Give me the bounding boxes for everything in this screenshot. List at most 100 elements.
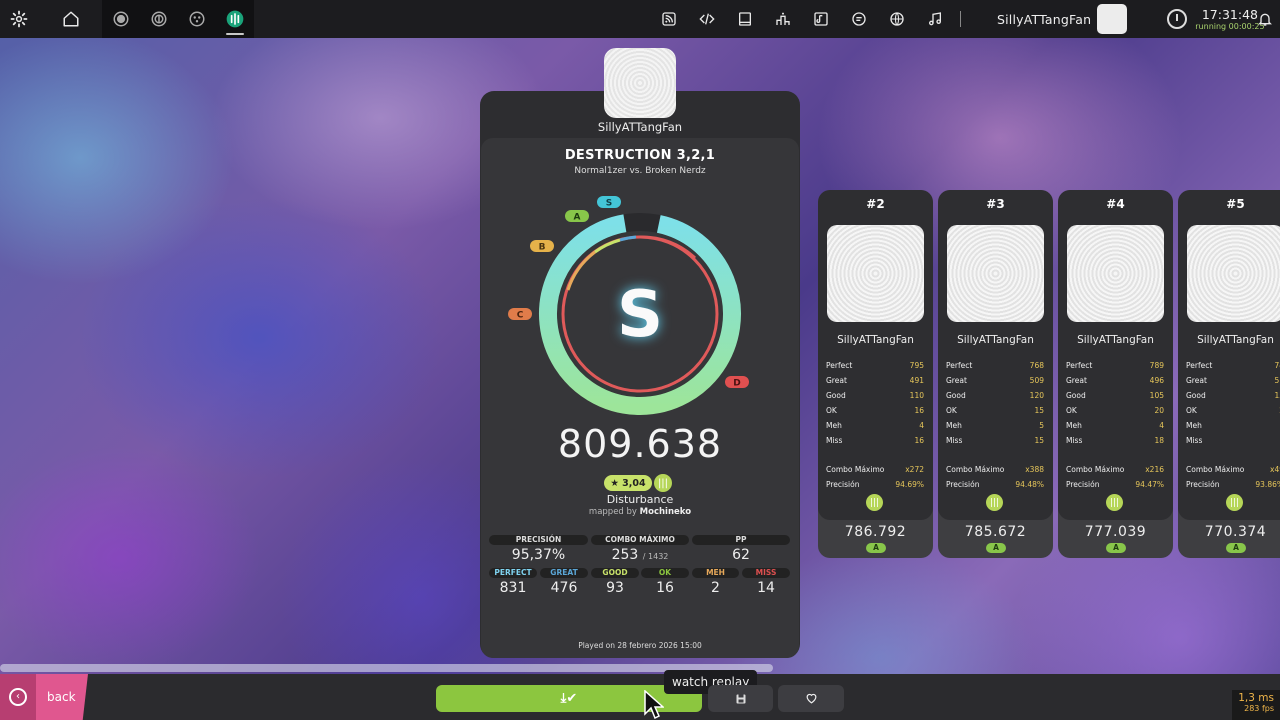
- code-icon[interactable]: [688, 0, 726, 38]
- leaderboard-username[interactable]: SillyATTangFan: [818, 334, 933, 346]
- beatmap-listing-icon[interactable]: [802, 0, 840, 38]
- leaderboard-grade: A: [1106, 543, 1126, 553]
- news-icon[interactable]: [650, 0, 688, 38]
- leaderboard-card[interactable]: #2 SillyATTangFan Perfect 795 Great 491 Good 11…: [818, 190, 933, 558]
- taiko-ruleset-icon[interactable]: [140, 0, 178, 38]
- bell-icon[interactable]: [1246, 0, 1280, 38]
- stat-label-combo: COMBO MÁXIMO: [591, 535, 689, 545]
- leaderboard-stat-label: Precisión: [1066, 480, 1100, 489]
- leaderboard-stat-label: Precisión: [946, 480, 980, 489]
- grade-label-b-text: B: [539, 243, 546, 253]
- leaderboard-rank: #4: [1106, 197, 1125, 211]
- leaderboard-stat-value: 18: [1154, 436, 1164, 445]
- mania-ruleset-icon[interactable]: [216, 0, 254, 38]
- leaderboard-stat-miss: Miss 15: [946, 436, 1044, 445]
- back-button[interactable]: ‹ back: [0, 674, 88, 720]
- leaderboard-stat-label: Meh: [826, 421, 842, 430]
- leaderboard-avatar[interactable]: [1067, 225, 1164, 322]
- leaderboard-score: 785.672: [964, 524, 1027, 540]
- leaderboard-stat-value: 789: [1149, 361, 1164, 370]
- player-avatar[interactable]: [604, 48, 676, 118]
- leaderboard-stat-label: Meh: [1186, 421, 1202, 430]
- grade-label-c-text: C: [517, 311, 524, 321]
- leaderboard-stat-ok: OK 20: [1066, 406, 1164, 415]
- leaderboard-avatar[interactable]: [947, 225, 1044, 322]
- grade-label-b: B: [530, 240, 554, 253]
- leaderboard-stat-label: Good: [826, 391, 846, 400]
- toolbar-username[interactable]: SillyATTangFan: [997, 12, 1091, 27]
- clock-icon: [1167, 9, 1188, 29]
- player-username[interactable]: SillyATTangFan: [480, 120, 800, 134]
- social-icon[interactable]: [878, 0, 916, 38]
- grade-label-d-text: D: [733, 379, 740, 389]
- leaderboard-card[interactable]: #5 SillyATTangFan Perfect 74 Great 51 Good 13 OK…: [1178, 190, 1280, 558]
- home-icon[interactable]: [52, 0, 90, 38]
- leaderboard-stat-label: Good: [1066, 391, 1086, 400]
- toolbar-right: SillyATTangFan 17:31:48 running 00:00:25: [650, 0, 1265, 38]
- judgement-label-ok: OK: [641, 568, 689, 578]
- judgement-value-miss: 14: [757, 580, 775, 596]
- leaderboard-stat-value: 496: [1149, 376, 1164, 385]
- back-label: back: [47, 690, 76, 704]
- leaderboard-stat-value: 16: [914, 436, 924, 445]
- leaderboard-stat-great: Great 509: [946, 376, 1044, 385]
- mapper-name[interactable]: Mochineko: [640, 507, 691, 517]
- leaderboard-mod-icon[interactable]: |||: [1106, 494, 1123, 511]
- leaderboard-stat-label: Great: [1066, 376, 1087, 385]
- leaderboard-rank: #3: [986, 197, 1005, 211]
- leaderboard-username[interactable]: SillyATTangFan: [1178, 334, 1280, 346]
- leaderboard-stat-combo: Combo Máximo x49: [1186, 465, 1280, 474]
- wiki-icon[interactable]: [726, 0, 764, 38]
- settings-icon[interactable]: [0, 0, 38, 38]
- save-replay-button[interactable]: [708, 685, 773, 712]
- leaderboard-username[interactable]: SillyATTangFan: [1058, 334, 1173, 346]
- leaderboard-mod-icon[interactable]: |||: [866, 494, 883, 511]
- leaderboard-mod-icon[interactable]: |||: [1226, 494, 1243, 511]
- leaderboard-avatar[interactable]: [1187, 225, 1280, 322]
- stat-label-accuracy: PRECISIÓN: [489, 535, 588, 545]
- total-score: 809.638: [557, 422, 723, 466]
- leaderboard-stat-label: Miss: [946, 436, 963, 445]
- leaderboard-stat-ok: OK2: [1186, 406, 1280, 415]
- leaderboard-card[interactable]: #3 SillyATTangFan Perfect 768 Great 509 Good 12…: [938, 190, 1053, 558]
- leaderboard-stat-value: 4: [1159, 421, 1164, 430]
- grade-label-a: A: [565, 210, 589, 223]
- music-icon[interactable]: [916, 0, 954, 38]
- leaderboard-score: 777.039: [1084, 524, 1147, 540]
- toolbar-avatar[interactable]: [1097, 4, 1128, 34]
- leaderboard-stat-combo: Combo Máximo x272: [826, 465, 924, 474]
- judgement-label-great: GREAT: [540, 568, 588, 578]
- leaderboard-username[interactable]: SillyATTangFan: [938, 334, 1053, 346]
- chat-icon[interactable]: [840, 0, 878, 38]
- leaderboard-stat-label: Perfect: [946, 361, 973, 370]
- leaderboard-mod-icon[interactable]: |||: [986, 494, 1003, 511]
- save-icon: [736, 694, 745, 703]
- stat-value-pp: 62: [732, 547, 750, 563]
- leaderboard-score: 786.792: [844, 524, 907, 540]
- leaderboard-stat-perfect: Perfect 74: [1186, 361, 1280, 370]
- favourite-button[interactable]: [778, 685, 844, 712]
- leaderboard-stat-value: 768: [1029, 361, 1044, 370]
- difficulty-name: Disturbance: [606, 493, 674, 506]
- leaderboard-stat-label: Combo Máximo: [1066, 465, 1125, 474]
- leaderboard-stat-value: x388: [1025, 465, 1044, 474]
- leaderboard-stat-combo: Combo Máximo x216: [1066, 465, 1164, 474]
- leaderboard-card[interactable]: #4 SillyATTangFan Perfect 789 Great 496 Good 10…: [1058, 190, 1173, 558]
- mod-icon[interactable]: |||: [654, 474, 672, 492]
- leaderboard-stat-accuracy: Precisión 93.86%: [1186, 480, 1280, 489]
- horizontal-scrollbar[interactable]: [0, 664, 773, 672]
- leaderboard-stat-label: Precisión: [1186, 480, 1220, 489]
- leaderboard-stat-value: 105: [1149, 391, 1164, 400]
- leaderboard-stat-value: 93.86%: [1255, 480, 1280, 489]
- catch-ruleset-icon[interactable]: [178, 0, 216, 38]
- leaderboard-stat-value: 16: [914, 406, 924, 415]
- rankings-icon[interactable]: [764, 0, 802, 38]
- leaderboard-stat-label: Combo Máximo: [1186, 465, 1245, 474]
- leaderboard-stat-value: x272: [905, 465, 924, 474]
- leaderboard-stat-value: 15: [1034, 436, 1044, 445]
- leaderboard-grade: A: [866, 543, 886, 553]
- leaderboard-stat-value: 20: [1154, 406, 1164, 415]
- mouse-cursor-icon: [644, 690, 664, 720]
- osu-ruleset-icon[interactable]: [102, 0, 140, 38]
- leaderboard-avatar[interactable]: [827, 225, 924, 322]
